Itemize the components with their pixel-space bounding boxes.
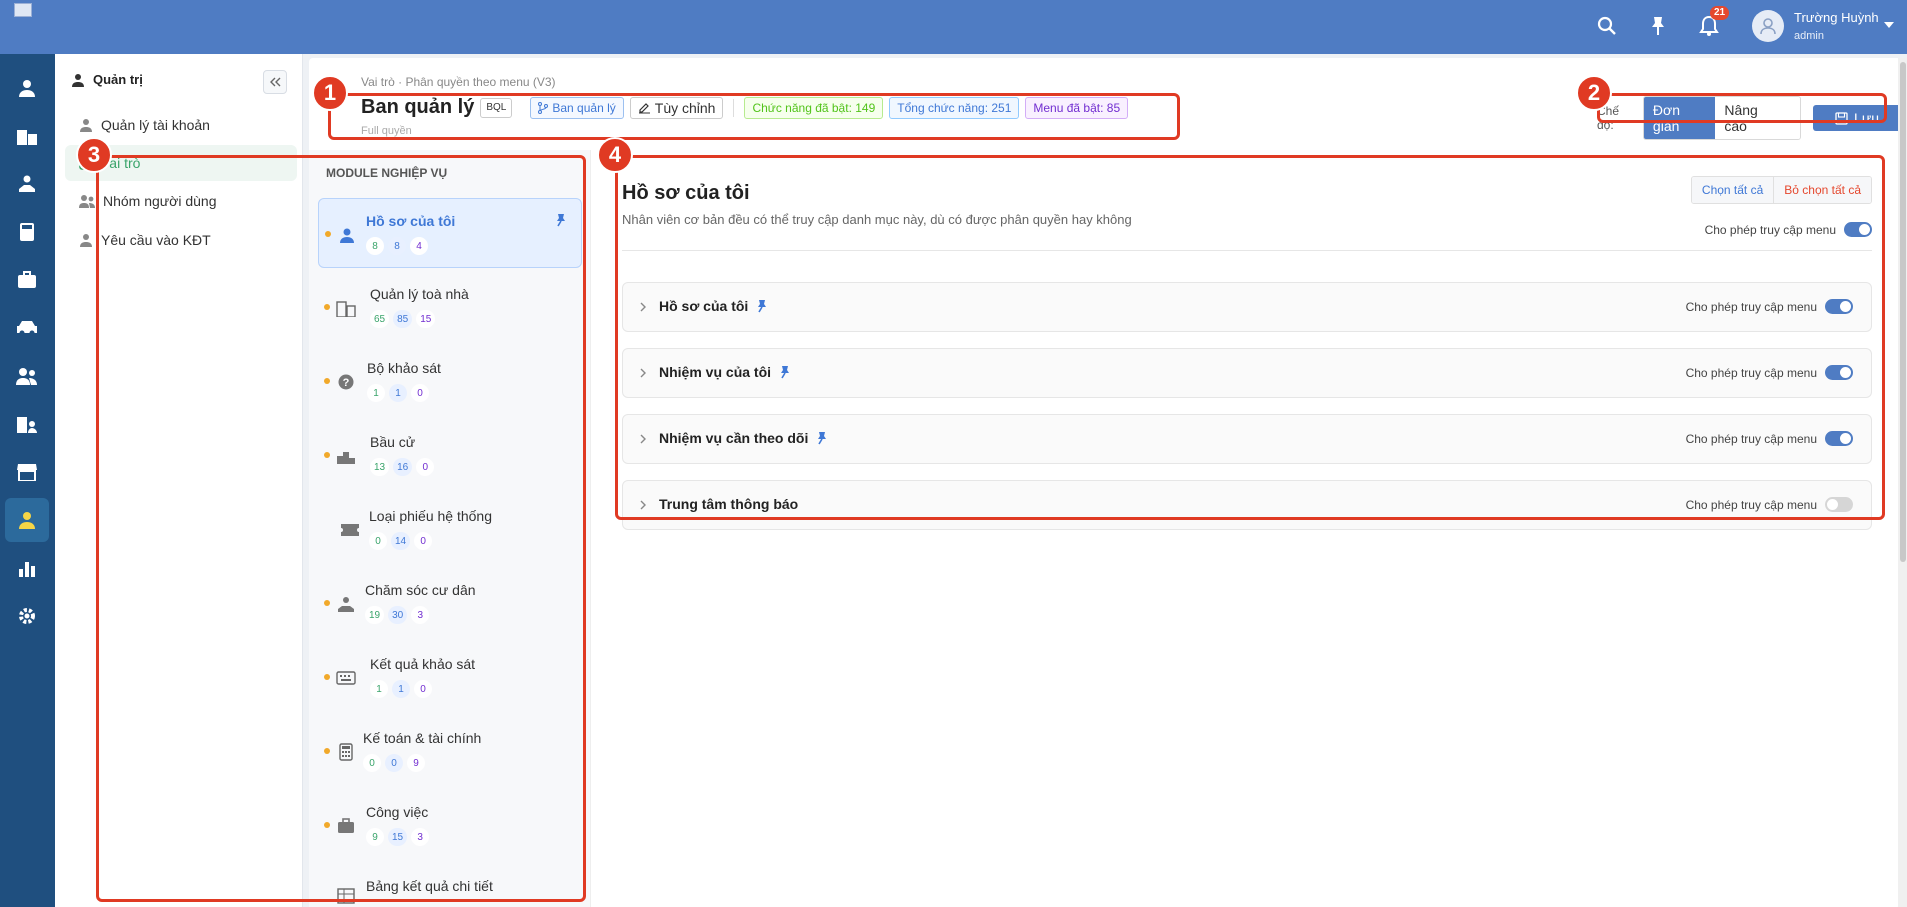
callout-box-mode — [1597, 93, 1887, 123]
double-chevron-left-icon — [270, 77, 281, 87]
user-name[interactable]: Trường Huỳnh — [1794, 10, 1879, 25]
collapse-sidebar-button[interactable] — [263, 70, 287, 94]
user-icon[interactable] — [11, 72, 43, 104]
building-icon[interactable] — [11, 120, 43, 152]
callout-box-content — [615, 155, 1885, 520]
user-icon — [72, 73, 84, 87]
logo — [14, 3, 32, 17]
scrollbar-thumb[interactable] — [1900, 62, 1906, 562]
chevron-down-icon[interactable] — [1884, 22, 1894, 28]
users-icon[interactable] — [11, 360, 43, 392]
callout-number: 1 — [312, 75, 348, 111]
search-icon[interactable] — [1595, 14, 1619, 38]
building-users-icon[interactable] — [11, 408, 43, 440]
user-cog-icon — [80, 119, 92, 132]
sidebar-header: Quản trị — [71, 72, 143, 87]
icon-rail — [0, 54, 55, 907]
briefcase-icon[interactable] — [11, 264, 43, 296]
store-icon[interactable] — [11, 456, 43, 488]
user-icon — [80, 234, 92, 247]
callout-number: 2 — [1576, 75, 1612, 111]
user-shield-icon[interactable] — [5, 498, 49, 542]
user-role: admin — [1794, 30, 1824, 42]
breadcrumb: Vai trò · Phân quyền theo menu (V3) — [361, 75, 556, 89]
pin-icon[interactable] — [1646, 14, 1670, 38]
calculator-icon[interactable] — [11, 216, 43, 248]
callout-number: 3 — [76, 137, 112, 173]
users-icon — [79, 195, 95, 208]
gear-icon[interactable] — [11, 600, 43, 632]
callout-box-modules — [96, 155, 586, 902]
avatar[interactable] — [1752, 10, 1784, 42]
sidebar-item-label: Quản lý tài khoản — [101, 117, 210, 133]
notification-badge: 21 — [1710, 6, 1730, 20]
care-icon[interactable] — [11, 168, 43, 200]
sidebar-header-label: Quản trị — [93, 72, 143, 87]
chart-icon[interactable] — [11, 552, 43, 584]
car-icon[interactable] — [11, 312, 43, 344]
top-bar: 21 Trường Huỳnh admin — [0, 0, 1907, 54]
callout-number: 4 — [597, 137, 633, 173]
callout-box-header — [328, 93, 1180, 140]
